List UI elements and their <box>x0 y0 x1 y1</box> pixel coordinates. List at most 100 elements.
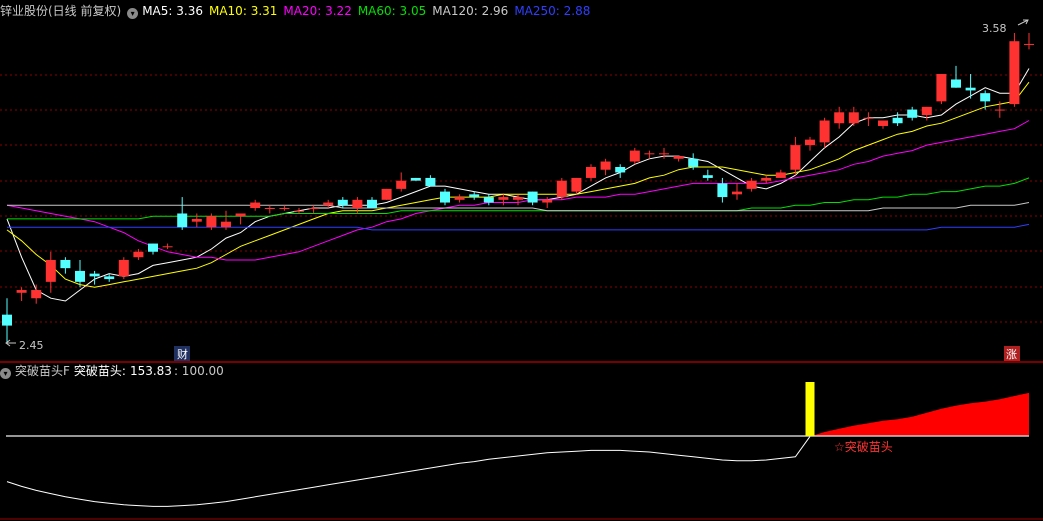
candle-body <box>323 202 334 206</box>
candle-body <box>235 213 246 217</box>
finance-badge[interactable]: 财 <box>177 347 188 361</box>
candle-body <box>673 156 684 159</box>
indicator-name[interactable]: 突破苗头F <box>15 364 70 378</box>
candle-body <box>965 87 976 91</box>
candle-body <box>746 180 757 189</box>
candle-body <box>907 109 918 118</box>
main-chart-header: 锌业股份(日线 前复权) ▾ MA5: 3.36 MA10: 3.31 MA20: 3.… <box>0 2 596 20</box>
candle-body <box>425 177 436 187</box>
candle-body <box>775 172 786 178</box>
candle-body <box>951 79 961 88</box>
candle-body <box>250 202 261 209</box>
candle-body <box>31 290 42 299</box>
candle-body <box>586 166 596 178</box>
limit-up-badge[interactable]: 涨 <box>1006 348 1017 361</box>
candle-body <box>2 314 12 326</box>
candle-body <box>863 117 874 119</box>
signal-bar <box>805 382 815 436</box>
candle-body <box>89 273 100 277</box>
candle-body <box>688 158 699 167</box>
candle-body <box>527 191 538 203</box>
ma10-label: MA10: 3.31 <box>208 4 278 18</box>
candle-body <box>337 199 348 206</box>
candle-body <box>118 259 129 277</box>
candle-body <box>805 139 815 146</box>
candle-body <box>440 191 450 203</box>
candle-body <box>921 106 932 116</box>
indicator-series-label: 突破苗头: <box>73 364 126 378</box>
candle-body <box>732 191 742 195</box>
ma-line-ma10 <box>6 81 1030 288</box>
low-price-label: 2.45 <box>19 339 44 352</box>
candle-body <box>994 109 1005 111</box>
candle-body <box>1024 43 1034 45</box>
candle-body <box>352 199 363 209</box>
indicator-value: 153.83 <box>129 364 172 378</box>
candle-body <box>600 161 611 170</box>
candle-body <box>1009 41 1020 105</box>
candle-body <box>381 188 392 200</box>
ma250-label: MA250: 2.88 <box>514 4 591 18</box>
chart-canvas: 3.58 2.45 财 涨 ☆突破苗头 <box>0 19 1043 520</box>
candle-body <box>177 213 188 228</box>
candle-body <box>279 208 290 210</box>
candle-body <box>629 150 640 162</box>
candle-body <box>16 290 27 293</box>
candle-body <box>761 177 772 181</box>
sub-chart-header: ▾ 突破苗头F 突破苗头: 153.83: 100.00 <box>0 362 230 380</box>
candle-body <box>615 166 626 173</box>
candle-body <box>702 175 713 178</box>
candle-body <box>133 251 144 258</box>
candle-body <box>469 194 480 198</box>
candle-body <box>542 199 553 203</box>
indicator-ref-value: : 100.00 <box>173 364 224 378</box>
ma120-label: MA120: 2.96 <box>432 4 509 18</box>
indicator-curve <box>6 436 811 507</box>
ma-line-ma5 <box>6 68 1030 302</box>
indicator-toggle-icon[interactable]: ▾ <box>0 368 11 379</box>
candle-body <box>206 216 217 228</box>
candle-body <box>659 153 669 155</box>
candle-body <box>294 210 304 212</box>
candle-body <box>45 259 56 282</box>
candle-body <box>513 197 523 200</box>
candle-body <box>819 120 830 143</box>
candle-body <box>75 270 85 282</box>
stock-title[interactable]: 锌业股份(日线 前复权) <box>0 4 121 18</box>
high-price-label: 3.58 <box>982 22 1007 35</box>
ma20-label: MA20: 3.22 <box>283 4 352 18</box>
candle-body <box>790 145 801 170</box>
candle-body <box>834 112 845 124</box>
signal-label: ☆突破苗头 <box>834 439 893 454</box>
candle-body <box>410 177 421 181</box>
candle-body <box>717 183 728 198</box>
candle-body <box>162 246 173 248</box>
candle-body <box>221 221 231 228</box>
candlestick-series <box>2 33 1034 342</box>
moving-average-lines <box>6 68 1030 302</box>
ma-line-ma250 <box>7 223 1030 231</box>
breakout-area <box>810 392 1029 437</box>
candle-body <box>483 197 494 203</box>
candle-body <box>980 93 991 102</box>
ma-line-ma20 <box>6 120 1030 261</box>
candle-body <box>367 199 377 209</box>
candle-body <box>191 218 202 222</box>
settings-toggle-icon[interactable]: ▾ <box>127 8 139 19</box>
candle-body <box>892 117 903 124</box>
candle-body <box>644 153 655 155</box>
candle-body <box>571 177 582 192</box>
candle-body <box>848 112 859 124</box>
candle-body <box>878 120 888 126</box>
candle-body <box>60 259 71 269</box>
candle-body <box>308 208 319 210</box>
candle-body <box>148 243 158 252</box>
candle-body <box>264 208 275 210</box>
candle-body <box>498 197 509 200</box>
candle-body <box>936 74 947 102</box>
candle-body <box>556 180 567 198</box>
candle-body <box>454 197 465 200</box>
ma5-label: MA5: 3.36 <box>142 4 203 18</box>
candle-body <box>104 276 115 280</box>
ma60-label: MA60: 3.05 <box>357 4 427 18</box>
